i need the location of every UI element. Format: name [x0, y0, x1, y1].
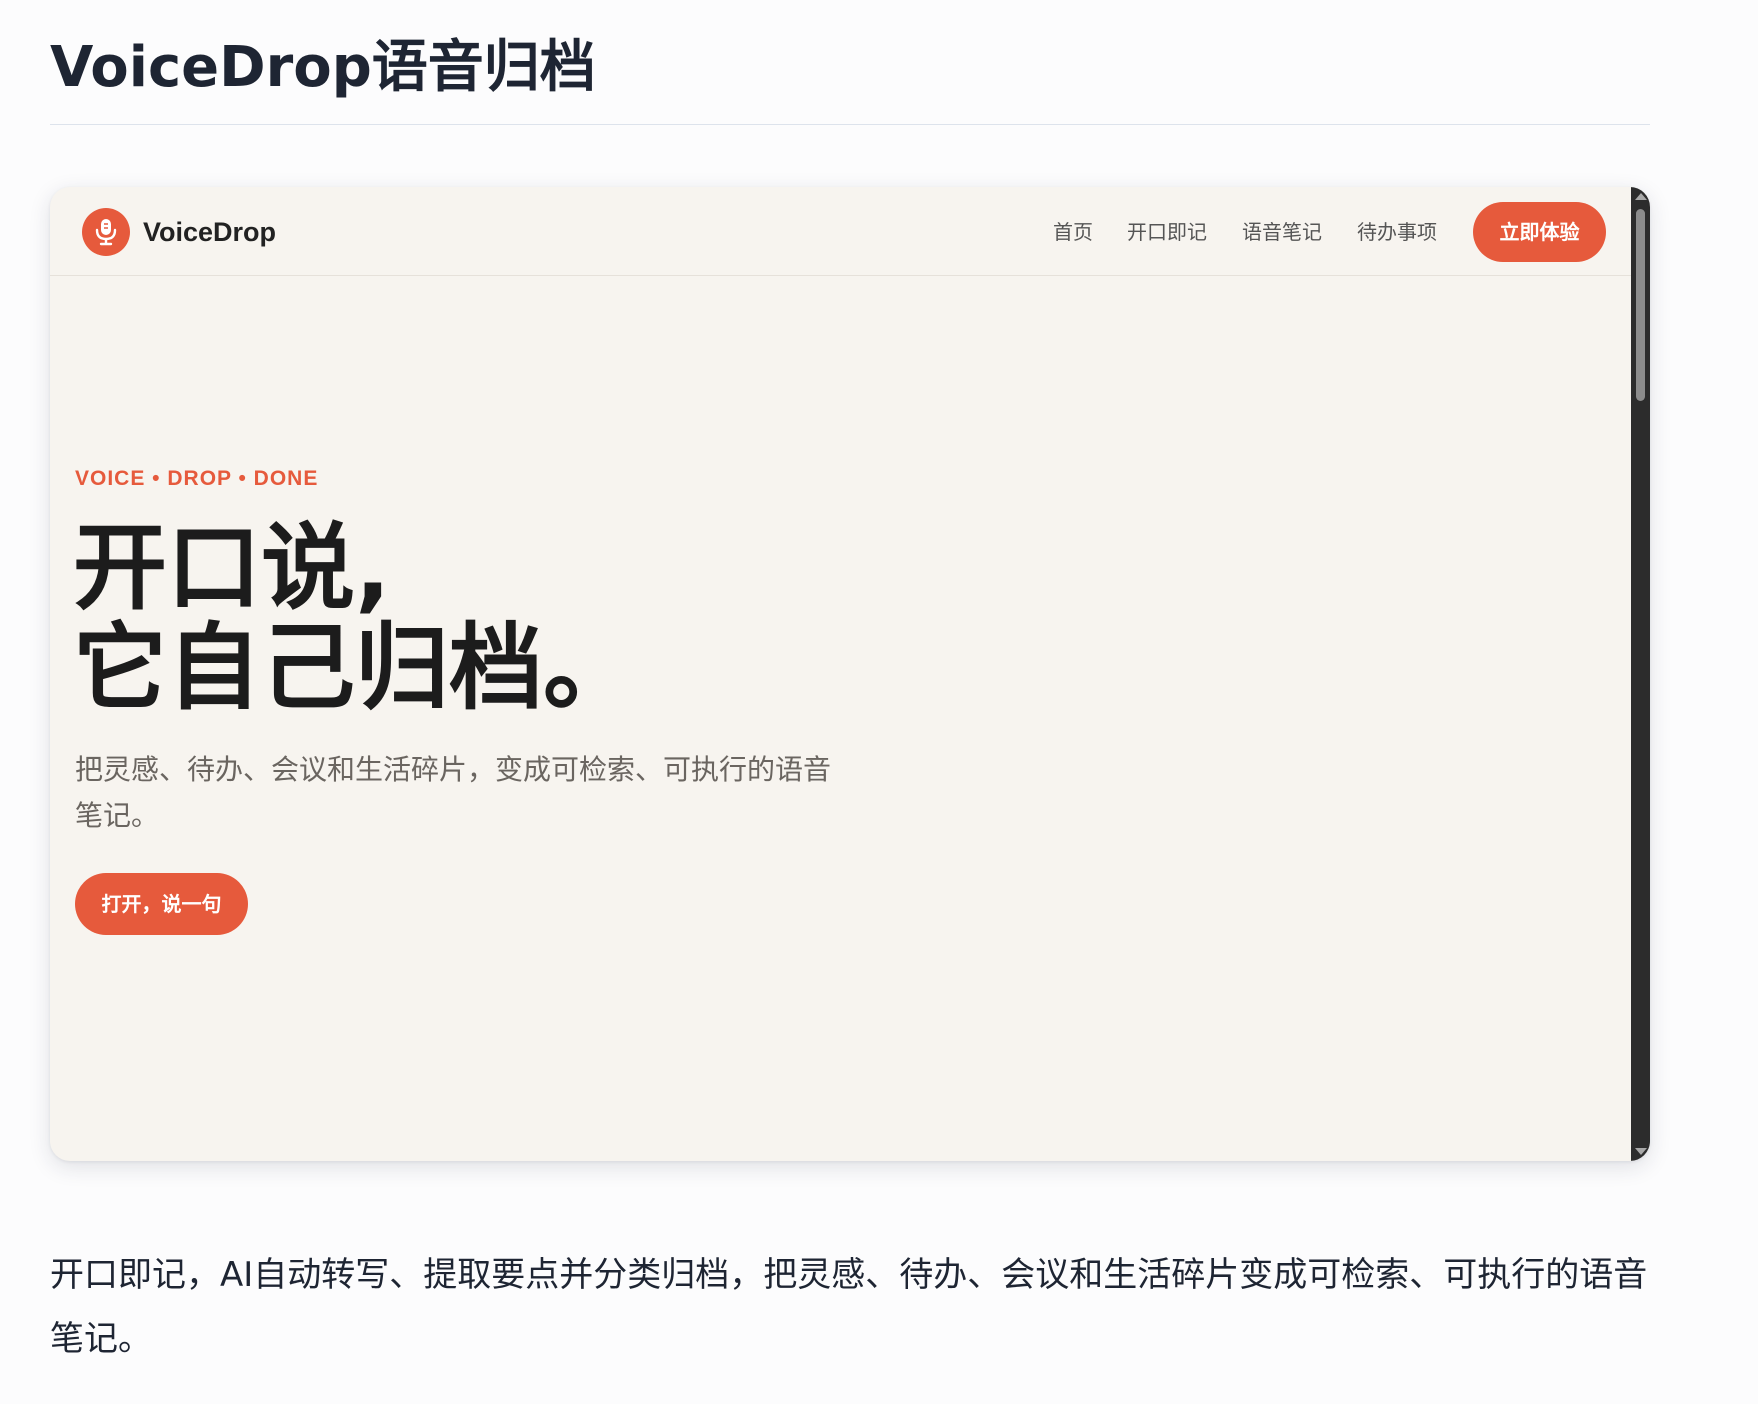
hero-headline-line1: 开口说, — [73, 514, 391, 623]
hero-description: 把灵感、待办、会议和生活碎片，变成可检索、可执行的语音笔记。 — [75, 753, 832, 832]
nav-link-voice-notes[interactable]: 语音笔记 — [1242, 217, 1322, 247]
open-and-speak-button[interactable]: 打开，说一句 — [75, 873, 248, 935]
preview-navbar: VoiceDrop 首页 开口即记 语音笔记 待办事项 立即体验 — [50, 187, 1631, 276]
microphone-icon — [95, 219, 117, 246]
brand-name[interactable]: VoiceDrop — [143, 211, 276, 253]
nav-link-todos[interactable]: 待办事项 — [1357, 217, 1437, 247]
logo-badge[interactable] — [82, 208, 130, 256]
scrollbar-thumb[interactable] — [1636, 209, 1645, 401]
page-description: 开口即记，AI自动转写、提取要点并分类归档，把灵感、待办、会议和生活碎片变成可检… — [50, 1255, 1648, 1359]
page-title: VoiceDrop语音归档 — [50, 35, 596, 100]
scroll-down-arrow-icon[interactable] — [1635, 1148, 1647, 1155]
preview-scrollbar[interactable] — [1631, 187, 1650, 1161]
nav-link-quick-record[interactable]: 开口即记 — [1127, 217, 1207, 247]
scroll-up-arrow-icon[interactable] — [1635, 193, 1647, 200]
hero-headline-line2: 它自己归档。 — [73, 614, 638, 723]
website-preview-frame: VoiceDrop 首页 开口即记 语音笔记 待办事项 立即体验 VOICE •… — [50, 187, 1650, 1161]
nav-link-home[interactable]: 首页 — [1053, 217, 1093, 247]
hero-eyebrow: VOICE • DROP • DONE — [75, 467, 319, 490]
title-divider — [50, 124, 1650, 125]
try-now-button[interactable]: 立即体验 — [1473, 202, 1606, 262]
